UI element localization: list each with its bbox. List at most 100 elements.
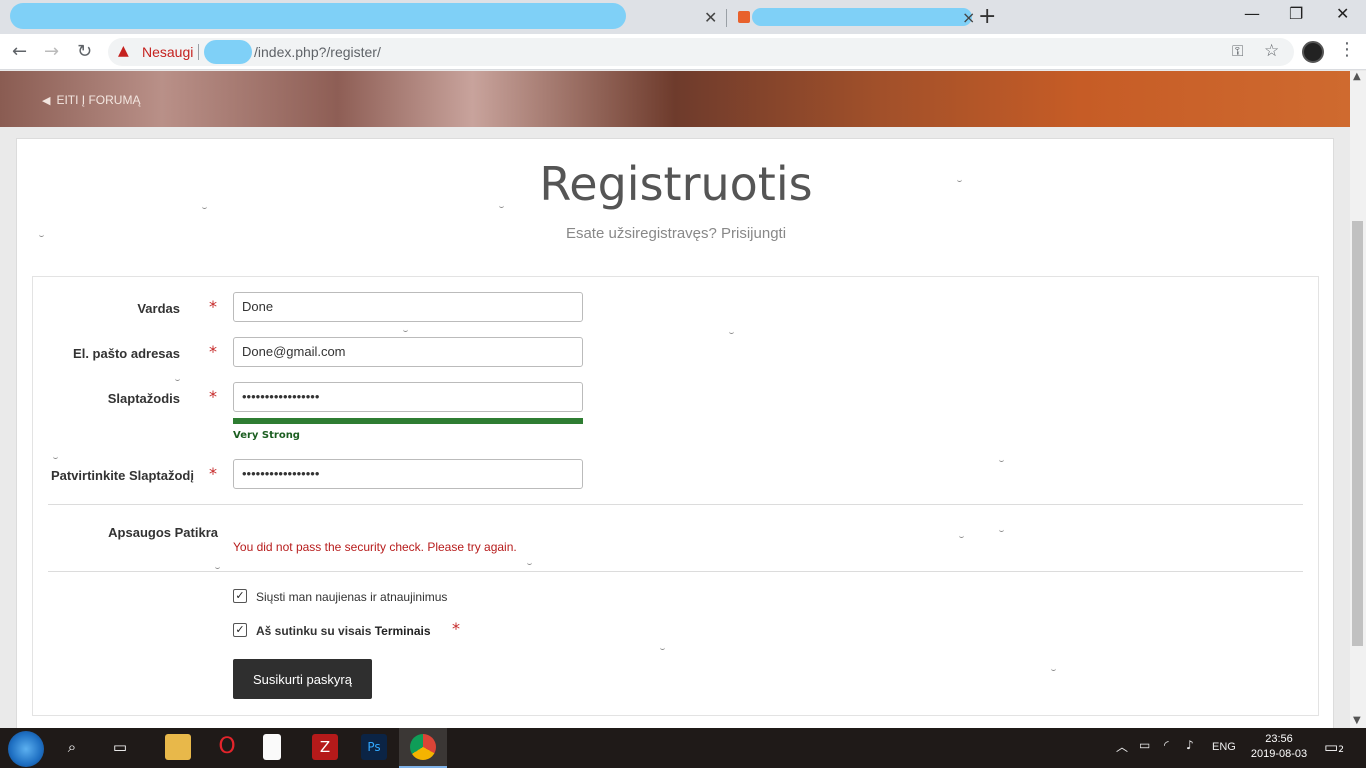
snow-dot [999, 527, 1004, 532]
bookmark-star-icon[interactable]: ☆ [1264, 41, 1279, 61]
tab2-title-redacted[interactable] [752, 8, 972, 26]
newsletter-checkbox[interactable]: ✓ [233, 589, 247, 603]
task-view-icon[interactable]: ▭ [107, 734, 133, 760]
tab-close-icon[interactable]: ✕ [704, 8, 717, 27]
confirm-password-field[interactable]: ••••••••••••••••• [233, 459, 583, 489]
password-strength-fill [233, 418, 583, 424]
newsletter-label[interactable]: Siųsti man naujienas ir atnaujinimus [256, 590, 447, 604]
minimize-icon[interactable]: — [1244, 4, 1260, 23]
password-field[interactable]: ••••••••••••••••• [233, 382, 583, 412]
clock-time: 23:56 [1265, 733, 1293, 745]
browser-menu-icon[interactable]: ⋮ [1338, 39, 1356, 60]
divider [48, 504, 1303, 505]
snow-dot [957, 177, 962, 182]
password-strength-bar [233, 418, 583, 424]
snow-dot [215, 564, 220, 569]
warning-icon[interactable]: ▲ [118, 43, 129, 59]
terms-link[interactable]: Terminais [375, 624, 431, 638]
photoshop-icon[interactable]: Ps [361, 734, 387, 760]
go-to-forum-link[interactable]: ◀ EITI Į FORUMĄ [42, 93, 140, 107]
password-label: Slaptažodis [107, 391, 180, 406]
opera-icon[interactable]: O [214, 734, 240, 760]
page-scrollbar[interactable]: ▲ ▼ [1350, 71, 1366, 728]
start-button-icon[interactable] [8, 731, 44, 767]
language-indicator[interactable]: ENG [1212, 741, 1236, 753]
address-separator [198, 44, 199, 60]
terms-prefix: Aš sutinku su visais [256, 624, 375, 638]
notepad-icon[interactable] [263, 734, 281, 760]
scroll-thumb[interactable] [1352, 221, 1363, 646]
url-text[interactable]: /index.php?/register/ [254, 44, 381, 60]
reload-icon[interactable]: ↻ [77, 41, 92, 62]
email-field[interactable]: Done@gmail.com [233, 337, 583, 367]
required-mark: * [452, 619, 460, 638]
tab-strip: ✕ × + — ❐ ✕ [0, 0, 1366, 34]
tab-title-redacted[interactable] [10, 3, 626, 29]
required-mark: * [209, 387, 217, 406]
scroll-up-icon[interactable]: ▲ [1353, 71, 1361, 82]
clock[interactable]: 23:56 2019-08-03 [1249, 732, 1309, 762]
battery-icon[interactable]: ▭ [1139, 738, 1150, 752]
back-circle-icon: ◀ [42, 94, 51, 107]
browser-toolbar: ← → ↻ ▲ Nesaugi /index.php?/register/ ⚿ … [0, 34, 1366, 70]
email-label: El. pašto adresas [73, 346, 180, 361]
snow-dot [1051, 666, 1056, 671]
notifications-icon[interactable]: ▭2 [1324, 738, 1344, 756]
required-mark: * [209, 297, 217, 316]
login-prompt-link[interactable]: Esate užsiregistravęs? Prisijungti [17, 225, 1335, 242]
chrome-icon [410, 734, 436, 760]
required-mark: * [209, 464, 217, 483]
name-field[interactable]: Done [233, 292, 583, 322]
window-close-icon[interactable]: ✕ [1336, 4, 1349, 23]
volume-icon[interactable]: ♪ [1186, 738, 1194, 752]
forum-link-label: EITI Į FORUMĄ [56, 93, 141, 107]
snow-dot [527, 560, 532, 565]
search-icon[interactable]: ⌕ [59, 734, 85, 760]
page-viewport: ◀ EITI Į FORUMĄ Registruotis Esate užsire… [0, 71, 1350, 728]
file-explorer-icon[interactable] [165, 734, 191, 760]
snow-dot [959, 533, 964, 538]
snow-dot [499, 203, 504, 208]
snow-dot [39, 232, 44, 237]
required-mark: * [209, 342, 217, 361]
snow-dot [660, 645, 665, 650]
snow-dot [403, 327, 408, 332]
new-tab-icon[interactable]: + [978, 4, 996, 29]
header-banner: ◀ EITI Į FORUMĄ [0, 71, 1350, 127]
chrome-taskbar-item[interactable] [399, 728, 447, 768]
filezilla-icon[interactable]: Z [312, 734, 338, 760]
tab-favicon-icon [738, 11, 750, 23]
forward-icon[interactable]: → [44, 41, 59, 62]
profile-avatar[interactable] [1302, 41, 1324, 63]
notification-count: 2 [1338, 745, 1344, 755]
terms-label[interactable]: Aš sutinku su visais Terminais [256, 624, 431, 638]
tab2-close-icon[interactable]: × [962, 8, 975, 27]
back-icon[interactable]: ← [12, 41, 27, 62]
register-form: Vardas * Done El. pašto adresas * Done@g… [32, 276, 1319, 716]
security-check-error: You did not pass the security check. Ple… [233, 540, 517, 554]
tab-separator [726, 9, 727, 27]
snow-dot [175, 376, 180, 381]
key-icon[interactable]: ⚿ [1232, 42, 1243, 60]
wifi-icon[interactable]: ◜ [1164, 738, 1169, 752]
password-strength-text: Very Strong [233, 430, 300, 441]
page-title: Registruotis [539, 157, 813, 211]
snow-dot [999, 457, 1004, 462]
snow-dot [53, 454, 58, 459]
create-account-button[interactable]: Susikurti paskyrą [233, 659, 372, 699]
domain-redacted [204, 40, 252, 64]
snow-dot [729, 329, 734, 334]
address-bar[interactable]: ▲ Nesaugi /index.php?/register/ ⚿ ☆ [108, 38, 1294, 66]
security-check-label: Apsaugos Patikra [108, 525, 218, 540]
show-hidden-icons-icon[interactable]: ︿ [1116, 738, 1128, 755]
register-panel: Registruotis Esate užsiregistravęs? Pris… [16, 138, 1334, 728]
confirm-password-label: Patvirtinkite Slaptažodį [50, 468, 194, 483]
snow-dot [202, 204, 207, 209]
clock-date: 2019-08-03 [1250, 748, 1308, 760]
security-status[interactable]: Nesaugi [142, 44, 193, 60]
terms-checkbox[interactable]: ✓ [233, 623, 247, 637]
taskbar: ⌕ ▭ O Z Ps ︿ ▭ ◜ ♪ ENG 23:56 2019-08-03 ▭… [0, 728, 1366, 768]
maximize-icon[interactable]: ❐ [1289, 4, 1303, 23]
divider [48, 571, 1303, 572]
scroll-down-icon[interactable]: ▼ [1353, 715, 1361, 726]
